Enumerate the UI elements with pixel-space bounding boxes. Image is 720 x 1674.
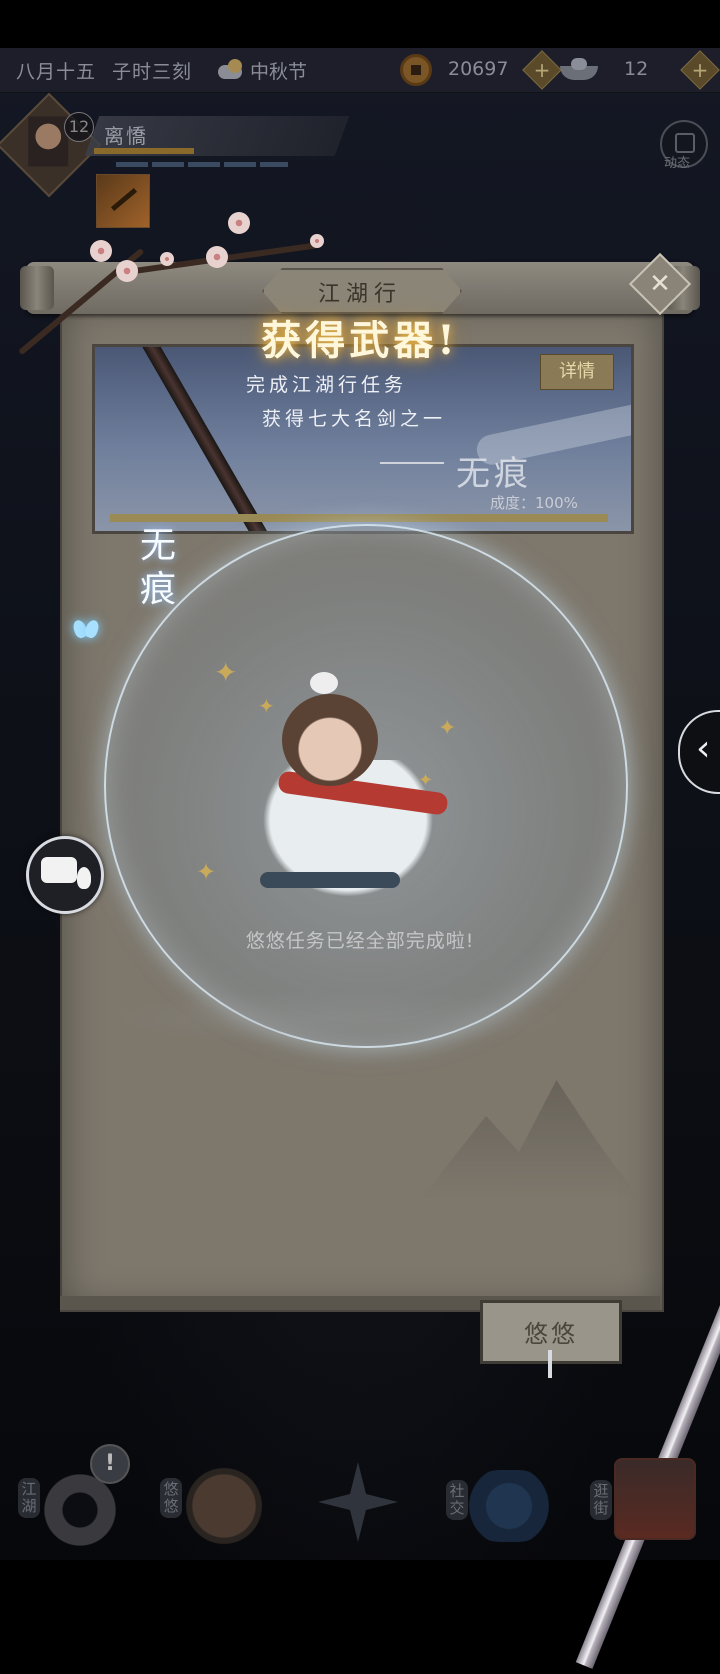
sparkle-star-icon: ✦ <box>214 656 238 689</box>
plus-icon: + <box>691 58 709 82</box>
nav-label-shop[interactable]: 逛街 <box>590 1480 612 1520</box>
calendar-date: 八月十五 <box>16 60 97 83</box>
calendar-time: 子时三刻 <box>112 60 193 83</box>
cloud-sun-icon <box>214 59 244 81</box>
crane-moon-icon[interactable] <box>184 1466 264 1546</box>
silver-ingot-icon <box>560 56 598 82</box>
sparkle-star-icon: ✦ <box>196 858 217 886</box>
completion-text: 悠悠任务已经全部完成啦! <box>245 930 475 952</box>
sparkle-star-icon: ✦ <box>438 716 457 741</box>
coin-count: 20697 <box>448 58 509 80</box>
nav-label-social[interactable]: 社交 <box>446 1480 468 1520</box>
close-icon: ✕ <box>649 269 671 299</box>
character-portrait-icon <box>28 116 69 167</box>
experience-bar <box>94 148 194 154</box>
details-button[interactable]: 详情 <box>540 354 614 390</box>
add-ingots-button[interactable]: + <box>680 50 720 90</box>
dynamics-label: 动态 <box>664 156 691 171</box>
cloud-swirl-icon <box>110 990 570 1046</box>
player-panel[interactable]: 12 离憍 <box>0 92 352 228</box>
alert-badge: ! <box>90 1444 130 1484</box>
banner-progress: 成度：100% <box>490 494 578 512</box>
nav-label-jianghu[interactable]: 江湖 <box>18 1478 40 1518</box>
dialog-title: 江湖行 <box>317 282 402 307</box>
banner-weapon-name: 无痕 <box>456 454 532 494</box>
ingot-count: 12 <box>624 58 649 80</box>
weapon-name: 无痕 <box>140 525 177 610</box>
banner-progress-bar <box>110 514 608 522</box>
chat-button[interactable] <box>26 836 104 914</box>
avatar[interactable] <box>0 92 102 198</box>
banner-line-1: 完成江湖行任务 <box>246 374 408 396</box>
player-name: 离憍 <box>104 124 148 148</box>
wave-icon[interactable] <box>466 1470 552 1542</box>
stamina-bar <box>116 162 288 167</box>
chevron-left-icon: ‹ <box>696 728 711 769</box>
nav-label-youyou[interactable]: 悠悠 <box>160 1478 182 1518</box>
player-level: 12 <box>64 112 94 142</box>
copper-coin-icon <box>400 54 432 86</box>
banner-dash <box>380 462 444 464</box>
bird-icon <box>310 672 338 694</box>
plus-icon: + <box>533 58 551 82</box>
sparkle-star-icon: ✦ <box>258 694 275 718</box>
basket-icon[interactable] <box>614 1458 696 1540</box>
obtain-weapon-title: 获得武器! <box>261 317 459 364</box>
butterfly-icon <box>74 618 102 642</box>
npc-name: 悠悠 <box>524 1320 578 1348</box>
add-coins-button[interactable]: + <box>522 50 562 90</box>
npc-pin <box>548 1350 552 1378</box>
festival-label: 中秋节 <box>250 60 308 83</box>
chibi-character-head <box>282 694 378 786</box>
status-bar: 八月十五 子时三刻 中秋节 20697 + 12 + <box>0 48 720 93</box>
chibi-belt <box>260 872 400 888</box>
banner-line-2: 获得七大名剑之一 <box>262 408 447 430</box>
